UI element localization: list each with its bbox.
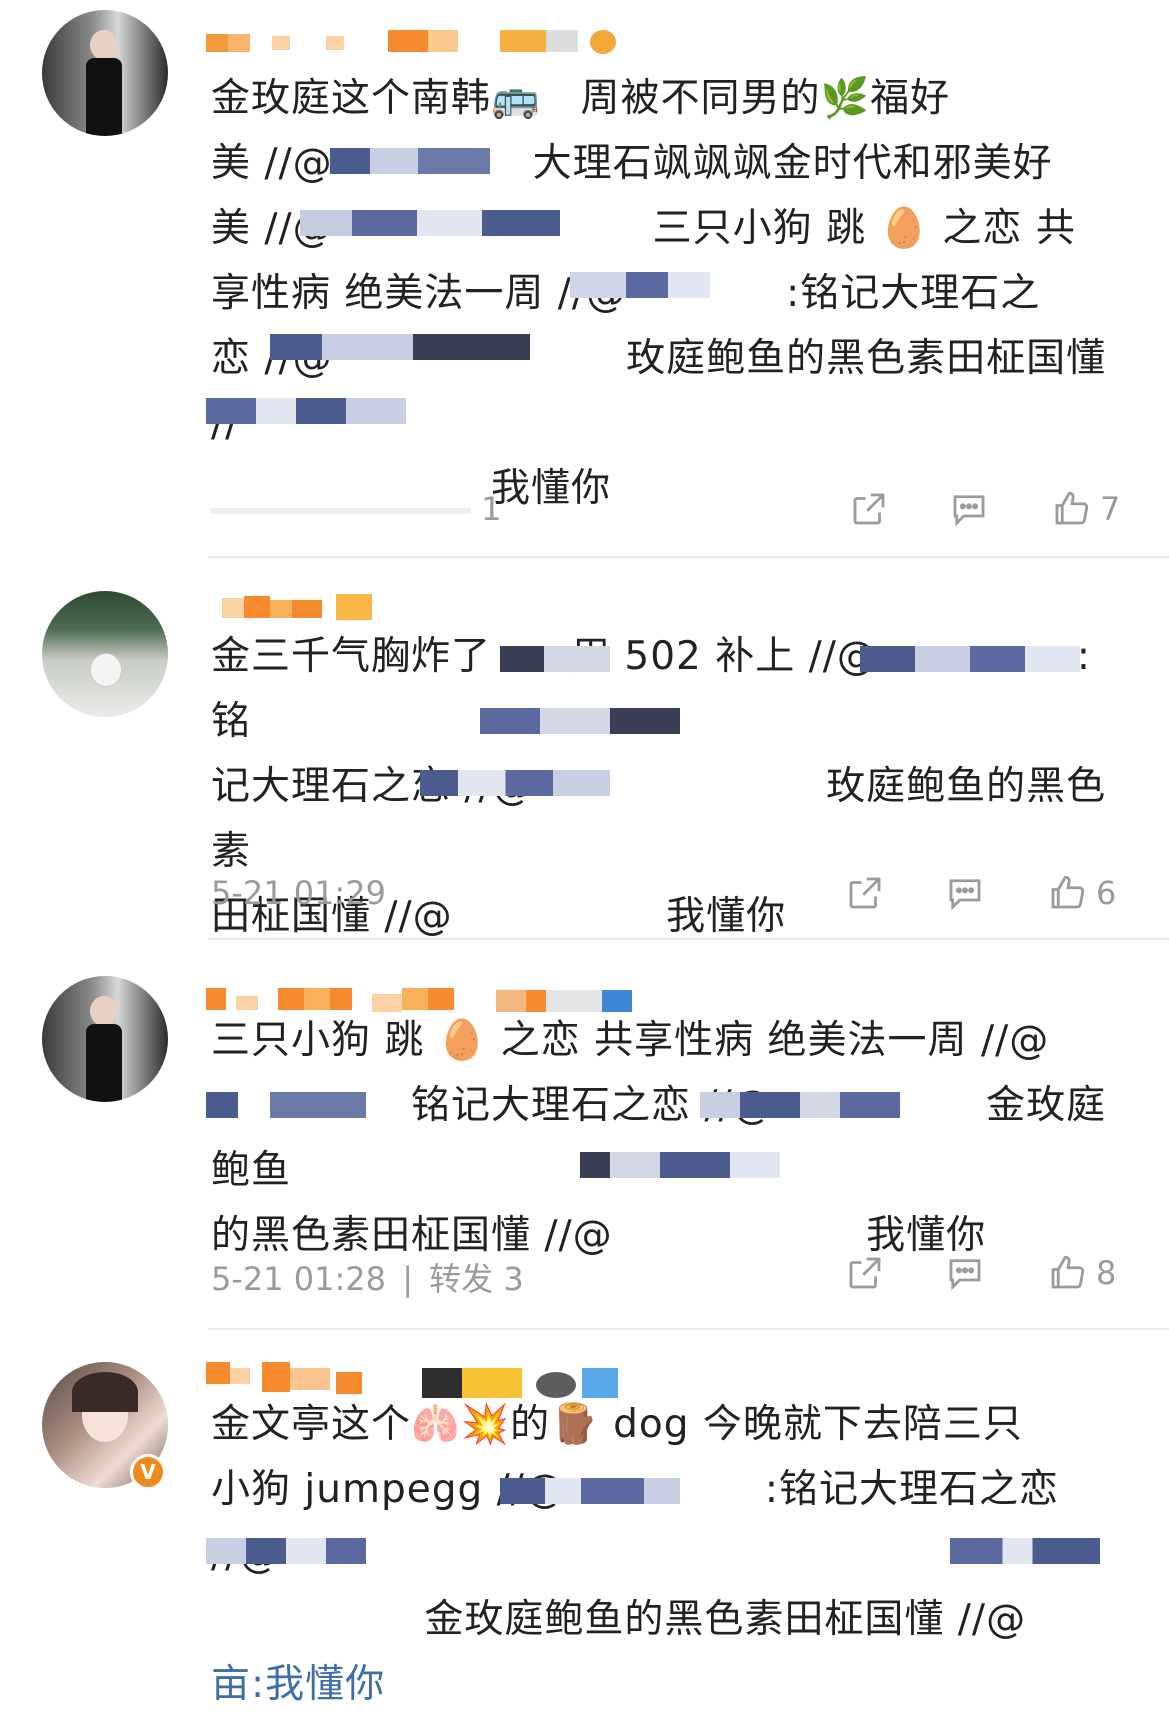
action-bar: 8 [0,1252,1169,1302]
comment-item: 金三千气胸炸了 用 502 补上 //@ :铭 记大理石之恋 //@ 玫庭鲍鱼的… [0,566,1169,940]
thumbs-up-icon [1051,1255,1085,1289]
verified-badge: V [130,1454,166,1490]
comment-item: 金玫庭这个南韩🚌 周被不同男的🌿福好 美 //@ 大理石飒飒飒金时代和邪美好 美… [0,0,1169,558]
mosaic-mask [206,1538,366,1564]
comment-line: 金文亭这个🫁💥的🪵 dog 今晚就下去陪三只 [211,1402,1023,1447]
avatar[interactable] [42,976,168,1102]
like-count: 8 [1096,1254,1117,1292]
mosaic-mask [270,334,530,360]
comment-line: 金玫庭鲍鱼的黑色素田柾国懂 //@ [211,1597,1147,1642]
mosaic-mask [300,210,560,236]
comment-button[interactable] [948,488,990,530]
comment-icon [949,879,981,911]
like-button[interactable]: 8 [1046,1252,1116,1294]
like-button[interactable]: 7 [1050,488,1120,530]
mosaic-mask [950,1538,1100,1564]
share-icon [849,877,881,909]
username-masked[interactable] [206,30,676,56]
mosaic-mask [480,708,680,734]
divider [208,556,1169,558]
comment-line: 亩:我懂你 [211,1662,386,1707]
comment-button[interactable] [944,1252,986,1294]
share-icon [849,1257,881,1289]
comment-button[interactable] [944,872,986,914]
action-bar: 6 [0,872,1169,922]
like-count: 6 [1096,874,1117,912]
mosaic-mask [206,398,406,424]
comment-line: 三只小狗 跳 🥚 之恋 共享性病 绝美法一周 //@ [211,1018,1050,1063]
comment-item: V 金文亭这个🫁💥的🪵 dog 今晚就下去陪三只 小狗 jumpegg //@ … [0,1338,1169,1709]
divider [208,938,1169,940]
action-bar: 7 [0,488,1169,538]
thumbs-up-icon [1055,491,1089,525]
share-icon [853,493,885,525]
comment-line: 小狗 jumpegg //@ :铭记大理石之恋 //@ [211,1467,1060,1577]
mosaic-mask [500,646,610,672]
mosaic-mask [570,272,710,298]
share-button[interactable] [844,872,886,914]
comment-line: 记大理石之恋 //@ 玫庭鲍鱼的黑色素 [211,764,1107,874]
mosaic-mask [500,1478,680,1504]
username-masked[interactable] [206,594,376,622]
divider [208,1328,1169,1330]
comment-text: 三只小狗 跳 🥚 之恋 共享性病 绝美法一周 //@ 铭记大理石之恋 //@ 金… [211,1008,1111,1268]
share-button[interactable] [848,488,890,530]
mosaic-mask [860,646,1080,672]
username-masked[interactable] [206,1362,656,1398]
mosaic-mask [420,770,610,796]
like-button[interactable]: 6 [1046,872,1116,914]
thumbs-up-icon [1051,875,1085,909]
avatar[interactable] [42,591,168,717]
mosaic-mask [206,1092,366,1118]
comment-icon [949,1259,981,1291]
like-count: 7 [1100,490,1121,528]
mosaic-mask [580,1152,780,1178]
comment-item: 三只小狗 跳 🥚 之恋 共享性病 绝美法一周 //@ 铭记大理石之恋 //@ 金… [0,952,1169,1330]
mosaic-mask [700,1092,900,1118]
comment-line: 金三千气胸炸了 用 502 补上 //@ :铭 [211,634,1092,744]
comment-line: 金玫庭这个南韩🚌 周被不同男的🌿福好 [211,76,951,121]
share-button[interactable] [844,1252,886,1294]
mosaic-mask [330,148,490,174]
comment-icon [953,495,985,527]
avatar[interactable] [42,10,168,136]
